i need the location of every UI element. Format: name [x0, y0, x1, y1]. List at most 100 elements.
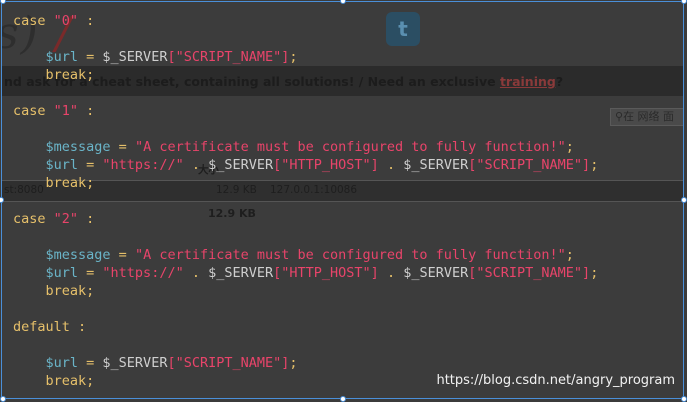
assign: = [78, 49, 103, 65]
keyword-case: case [13, 13, 46, 29]
semicolon: ; [86, 283, 95, 299]
keyword-case: case [13, 211, 46, 227]
concat: . [183, 157, 209, 173]
script-name-key: "SCRIPT_NAME" [175, 355, 282, 371]
code-line: case "1" : [13, 102, 598, 120]
server-variable: $_SERVER [403, 265, 469, 281]
search-placeholder: 在 网络 面 [623, 110, 675, 123]
bracket: ] [370, 265, 379, 281]
resize-handle-bottom-right[interactable] [681, 396, 687, 402]
code-line: $message = "A certificate must be config… [13, 138, 598, 156]
message-variable: $message [45, 247, 111, 263]
message-variable: $message [45, 139, 111, 155]
resize-handle-bottom-left[interactable] [0, 396, 6, 402]
assign: = [78, 157, 103, 173]
assign: = [110, 247, 135, 263]
semicolon: ; [86, 67, 95, 83]
resize-handle-bottom[interactable] [340, 396, 346, 402]
bracket: [ [167, 49, 176, 65]
script-name-key: "SCRIPT_NAME" [175, 49, 282, 65]
code-line: $url = $_SERVER["SCRIPT_NAME"]; [13, 48, 598, 66]
server-variable: $_SERVER [102, 355, 168, 371]
keyword-break: break [45, 67, 87, 83]
screenshot-frame: s) / t nd ask for a cheat sheet, contain… [1, 1, 684, 399]
code-line: case "2" : [13, 210, 598, 228]
keyword-default: default [13, 319, 70, 335]
colon: : [78, 103, 95, 119]
assign: = [78, 355, 103, 371]
assign: = [78, 265, 103, 281]
case-value: "0" [53, 13, 79, 29]
code-line: $url = $_SERVER["SCRIPT_NAME"]; [13, 354, 598, 372]
semicolon: ; [565, 247, 574, 263]
message-string: "A certificate must be configured to ful… [134, 247, 566, 263]
http-host-key: "HTTP_HOST" [281, 265, 371, 281]
message-string: "A certificate must be configured to ful… [134, 139, 566, 155]
colon: : [69, 319, 87, 335]
https-string: "https://" [102, 157, 184, 173]
watermark-url: https://blog.csdn.net/angry_program [436, 373, 675, 388]
colon: : [78, 13, 95, 29]
https-string: "https://" [102, 265, 184, 281]
case-value: "2" [53, 211, 79, 227]
server-variable: $_SERVER [102, 49, 168, 65]
server-variable: $_SERVER [208, 265, 274, 281]
case-value: "1" [53, 103, 79, 119]
http-host-key: "HTTP_HOST" [281, 157, 371, 173]
semicolon: ; [289, 49, 298, 65]
concat: . [378, 265, 404, 281]
semicolon: ; [565, 139, 574, 155]
bracket: [ [167, 355, 176, 371]
script-name-key: "SCRIPT_NAME" [476, 265, 583, 281]
url-variable: $url [45, 49, 79, 65]
resize-handle-top-right[interactable] [681, 0, 687, 4]
url-variable: $url [45, 157, 79, 173]
code-line: break; [13, 174, 598, 192]
code-line: $url = "https://" . $_SERVER["HTTP_HOST"… [13, 264, 599, 282]
network-search-input[interactable]: ⚲在 网络 面 [610, 108, 683, 126]
code-block: case "0" : $url = $_SERVER["SCRIPT_NAME"… [13, 12, 598, 390]
code-line: $url = "https://" . $_SERVER["HTTP_HOST"… [13, 156, 599, 174]
keyword-break: break [45, 373, 87, 389]
url-variable: $url [45, 355, 79, 371]
url-variable: $url [45, 265, 79, 281]
bracket: ] [582, 265, 591, 281]
keyword-break: break [45, 175, 87, 191]
keyword-break: break [45, 283, 87, 299]
semicolon: ; [590, 157, 599, 173]
search-icon: ⚲ [615, 110, 624, 123]
code-line: $message = "A certificate must be config… [13, 246, 598, 264]
bracket: ] [370, 157, 379, 173]
code-line: case "0" : [13, 12, 598, 30]
semicolon: ; [86, 373, 95, 389]
script-name-key: "SCRIPT_NAME" [476, 157, 583, 173]
server-variable: $_SERVER [208, 157, 274, 173]
concat: . [378, 157, 404, 173]
code-line: break; [13, 66, 598, 84]
code-line: default : [13, 318, 598, 336]
code-line: break; [13, 282, 598, 300]
concat: . [183, 265, 209, 281]
semicolon: ; [86, 175, 95, 191]
bracket: ] [582, 157, 591, 173]
colon: : [78, 211, 95, 227]
semicolon: ; [289, 355, 298, 371]
semicolon: ; [590, 265, 599, 281]
server-variable: $_SERVER [403, 157, 469, 173]
resize-handle-right[interactable] [681, 197, 687, 203]
assign: = [110, 139, 135, 155]
